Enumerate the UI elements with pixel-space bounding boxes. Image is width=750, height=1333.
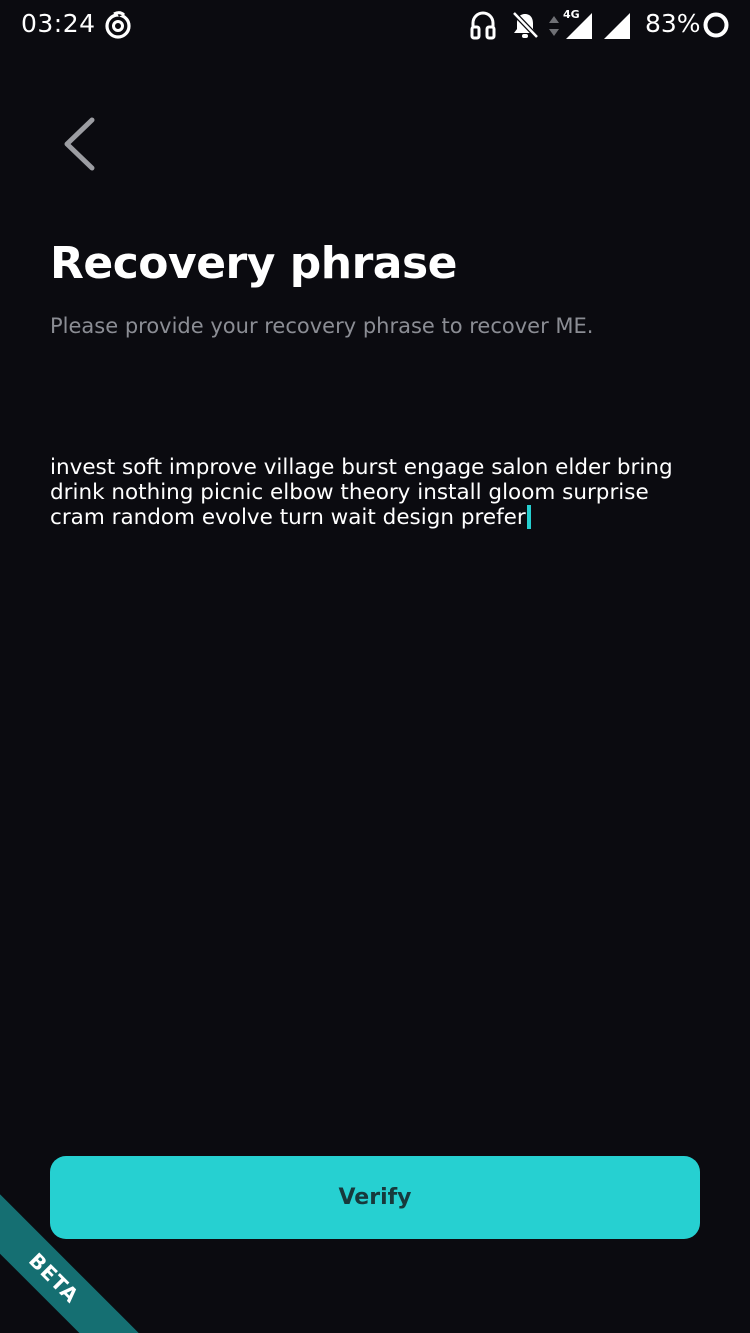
status-bar: 03:24 4G 83% bbox=[0, 0, 750, 52]
text-cursor bbox=[526, 505, 531, 529]
signal-icon bbox=[601, 12, 631, 44]
recovery-phrase-input[interactable]: invest soft improve village burst engage… bbox=[50, 430, 690, 530]
chevron-left-icon bbox=[50, 117, 110, 182]
battery-ring-icon bbox=[702, 11, 730, 43]
notifications-off-icon bbox=[510, 10, 540, 44]
battery-percentage: 83% bbox=[645, 9, 701, 38]
signal-icon bbox=[563, 12, 593, 44]
back-button[interactable] bbox=[50, 108, 110, 178]
app-notification-icon bbox=[104, 10, 132, 39]
recovery-phrase-value: invest soft improve village burst engage… bbox=[50, 455, 673, 530]
status-time: 03:24 bbox=[21, 9, 96, 38]
data-arrows-icon bbox=[548, 14, 560, 42]
page-subtitle: Please provide your recovery phrase to r… bbox=[50, 314, 594, 338]
headphones-icon bbox=[470, 10, 496, 44]
verify-button[interactable]: Verify bbox=[50, 1156, 700, 1239]
page-title: Recovery phrase bbox=[50, 238, 458, 289]
